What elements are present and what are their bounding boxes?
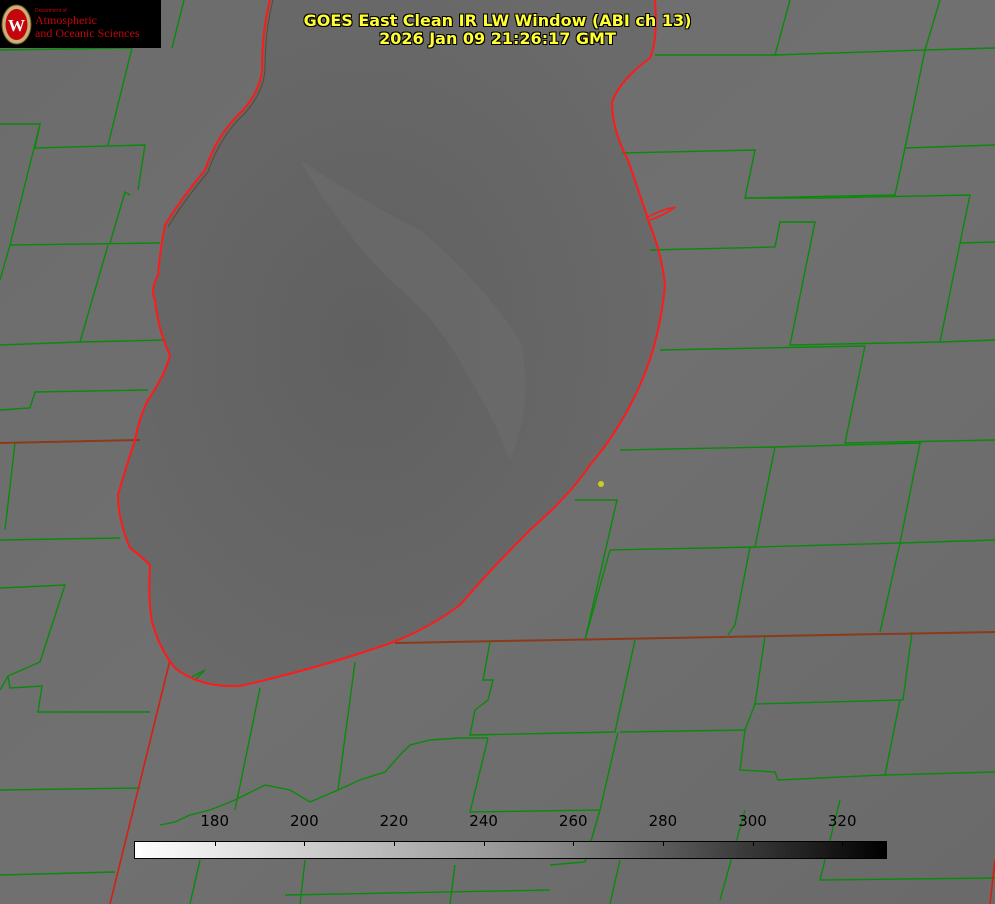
colorbar: 180 200 220 240 260 280 300 320 [134, 812, 887, 860]
colorbar-tick-mark [304, 841, 306, 846]
colorbar-tick-mark [483, 841, 485, 846]
colorbar-tick-label: 180 [200, 812, 229, 830]
colorbar-tick-mark [214, 841, 216, 846]
location-marker[interactable] [598, 481, 604, 487]
colorbar-tick-label: 200 [289, 812, 319, 830]
colorbar-tick-label: 300 [738, 812, 767, 830]
satellite-map[interactable] [0, 0, 995, 904]
aos-logo[interactable]: W Department of Atmospheric and Oceanic … [0, 0, 161, 48]
colorbar-gradient [134, 841, 887, 859]
colorbar-tick-mark [662, 841, 664, 846]
colorbar-tick-label: 260 [558, 812, 588, 830]
colorbar-tick-label: 320 [827, 812, 857, 830]
colorbar-tick-mark [393, 841, 395, 846]
seal-letter: W [8, 16, 25, 35]
colorbar-tick-mark [842, 841, 844, 846]
colorbar-tick-mark [573, 841, 575, 846]
colorbar-tick-label: 220 [379, 812, 409, 830]
colorbar-tick-label: 240 [469, 812, 498, 830]
colorbar-tick-label: 280 [648, 812, 678, 830]
colorbar-tick-mark [752, 841, 754, 846]
uw-seal-icon: W [1, 4, 32, 45]
logo-line2: and Oceanic Sciences [35, 26, 140, 40]
